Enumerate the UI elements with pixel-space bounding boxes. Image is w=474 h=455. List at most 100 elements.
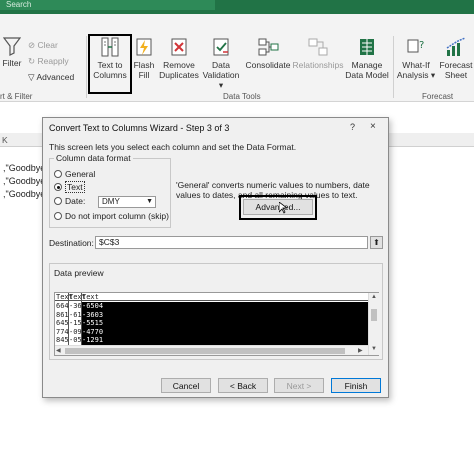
preview-cell: -1291 (82, 336, 104, 344)
consolidate-button[interactable]: Consolidate (244, 36, 292, 70)
filter-button[interactable]: Filter (0, 36, 24, 68)
scroll-left-icon[interactable]: ◀ (56, 347, 61, 354)
scroll-down-icon[interactable]: ▼ (371, 346, 377, 352)
skip-column-radio[interactable]: Do not import column (skip) (54, 211, 169, 221)
what-if-analysis-button[interactable]: ? What-If Analysis ▾ (396, 36, 436, 80)
preview-column-2: -36 -61 -15 -09 -05 (69, 302, 82, 345)
preview-selected-column (81, 302, 368, 345)
column-header-k[interactable]: K (2, 135, 8, 145)
filter-icon (3, 37, 21, 56)
finish-button[interactable]: Finish (331, 378, 381, 393)
preview-cell: -61 (69, 310, 82, 319)
clear-label: Clear (37, 40, 58, 50)
consolidate-label: Consolidate (245, 60, 291, 70)
dialog-title: Convert Text to Columns Wizard - Step 3 … (49, 123, 230, 133)
relationships-label: Relationships (292, 60, 344, 70)
advanced-filter-label: Advanced (36, 72, 75, 82)
data-validation-button[interactable]: Data Validation ▾ (201, 36, 241, 90)
ribbon-separator (86, 36, 87, 98)
manage-data-model-label-1: Manage (351, 60, 383, 70)
column-data-format-legend: Column data format (54, 153, 133, 163)
column-data-format-group: Column data format General Text Date: DM… (49, 153, 171, 228)
radio-icon (54, 197, 62, 205)
date-format-select[interactable]: DMY ▼ (98, 196, 156, 208)
data-preview-group: Data preview Text Text Text 664 861 645 774… (49, 263, 383, 360)
general-radio[interactable]: General (54, 169, 95, 179)
clear-button[interactable]: ⊘ Clear (28, 40, 58, 50)
forecast-sheet-label-1: Forecast (439, 60, 473, 70)
data-tools-group-label: Data Tools (223, 92, 261, 101)
preview-cell: 664 (56, 302, 69, 310)
sort-filter-group-label: rt & Filter (0, 92, 33, 101)
search-box[interactable]: Search (0, 0, 215, 10)
preview-cell: -15 (69, 319, 82, 327)
scroll-thumb[interactable] (371, 309, 377, 321)
preview-cell: -05 (69, 336, 82, 344)
help-icon[interactable]: ? (350, 122, 355, 132)
mouse-cursor-icon (279, 202, 287, 214)
preview-cell: -09 (69, 327, 82, 336)
chevron-down-icon: ▾ (428, 70, 436, 80)
filter-label: Filter (2, 58, 22, 68)
reapply-button[interactable]: ↻ Reapply (28, 56, 69, 66)
next-button[interactable]: Next > (274, 378, 324, 393)
flash-fill-label-2: Fill (138, 70, 150, 80)
ribbon-separator (393, 36, 394, 98)
remove-duplicates-label-2: Duplicates (159, 70, 199, 80)
what-if-label-2: Analysis (396, 70, 429, 80)
preview-cell: -5515 (82, 319, 104, 327)
date-label: Date: (65, 196, 86, 206)
preview-column-1: 664 861 645 774 845 (56, 302, 69, 345)
preview-cell: 861 (56, 310, 69, 319)
cell[interactable]: ,"Goodbye (3, 163, 45, 173)
preview-cell: 645 (56, 319, 69, 327)
forecast-group-label: Forecast (422, 92, 454, 101)
chevron-down-icon: ▾ (218, 80, 224, 90)
forecast-sheet-button[interactable]: Forecast Sheet (438, 36, 474, 80)
collapse-dialog-icon[interactable]: ⬆ (370, 236, 383, 249)
what-if-label-1: What-If (402, 60, 430, 70)
text-radio[interactable]: Text (54, 181, 85, 193)
cell[interactable]: ,"Goodbye (3, 176, 45, 186)
data-validation-label-2: Validation (202, 70, 240, 80)
text-label: Text (65, 181, 85, 193)
flash-fill-label-1: Flash (133, 60, 155, 70)
manage-data-model-button[interactable]: Manage Data Model (345, 36, 389, 80)
data-ribbon: Filter ⊘ Clear ↻ Reapply ▽ Advanced rt &… (0, 14, 474, 102)
radio-selected-icon (54, 183, 62, 191)
destination-input[interactable]: $C$3 (95, 236, 368, 249)
advanced-button-highlight (239, 195, 317, 220)
data-validation-label-1: Data (212, 60, 230, 70)
close-icon[interactable]: × (370, 121, 376, 132)
preview-column-header[interactable]: Text (82, 293, 99, 301)
scroll-up-icon[interactable]: ▲ (371, 294, 377, 300)
preview-vertical-scrollbar[interactable]: ▲ ▼ (368, 293, 379, 355)
advanced-filter-button[interactable]: ▽ Advanced (28, 72, 74, 82)
cancel-button[interactable]: Cancel (161, 378, 211, 393)
remove-duplicates-button[interactable]: Remove Duplicates (158, 36, 200, 80)
svg-text:?: ? (419, 40, 424, 51)
general-label: General (65, 169, 96, 179)
excel-title-bar: Search (0, 0, 474, 14)
preview-cell: -6504 (82, 302, 104, 310)
scroll-thumb[interactable] (65, 348, 345, 354)
relationships-button[interactable]: Relationships (292, 36, 344, 70)
radio-icon (54, 212, 62, 220)
cell[interactable]: ,"Goodbye (3, 189, 45, 199)
text-to-columns-highlight (88, 34, 132, 94)
flash-fill-icon (136, 38, 152, 56)
remove-duplicates-icon (171, 38, 187, 56)
data-model-icon (360, 39, 374, 55)
data-preview-area[interactable]: Text Text Text 664 861 645 774 845 -36 -61 -15… (54, 292, 379, 356)
forecast-sheet-label-2: Sheet (444, 70, 468, 80)
back-button[interactable]: < Back (218, 378, 268, 393)
preview-cell: 774 (56, 327, 69, 336)
scroll-right-icon[interactable]: ▶ (358, 347, 363, 354)
preview-horizontal-scrollbar[interactable]: ◀ ▶ (55, 345, 368, 355)
preview-cell: -4770 (82, 327, 104, 336)
chevron-down-icon: ▼ (146, 198, 153, 205)
flash-fill-button[interactable]: Flash Fill (133, 36, 155, 80)
date-radio[interactable]: Date: (54, 196, 85, 206)
manage-data-model-label-2: Data Model (345, 70, 389, 80)
radio-icon (54, 170, 62, 178)
